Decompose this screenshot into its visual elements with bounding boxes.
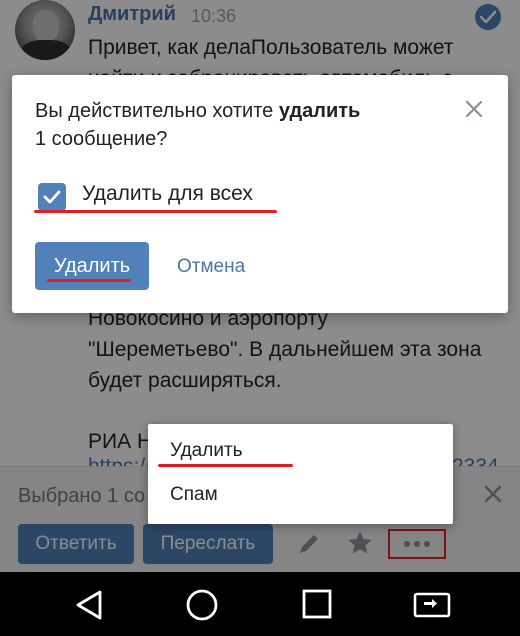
screen-rotate-icon[interactable] (412, 588, 452, 627)
dialog-message-part: 1 сообщение? (35, 128, 168, 150)
back-icon[interactable] (72, 588, 106, 627)
cancel-button[interactable]: Отмена (177, 256, 245, 278)
close-icon[interactable] (464, 99, 484, 119)
highlight-underline (158, 464, 293, 467)
menu-item-spam[interactable]: Спам (170, 484, 218, 506)
menu-item-delete[interactable]: Удалить (170, 440, 243, 462)
dialog-message-part: Вы действительно хотите (35, 100, 279, 122)
home-icon[interactable] (185, 588, 219, 627)
highlight-underline (47, 279, 131, 282)
system-navigation-bar (0, 572, 520, 636)
checkbox-label[interactable]: Удалить для всех (82, 182, 253, 206)
recents-icon[interactable] (301, 588, 333, 625)
delete-for-all-checkbox[interactable] (38, 183, 66, 211)
highlight-underline (34, 210, 277, 213)
dialog-message-bold: удалить (278, 100, 361, 122)
delete-confirm-dialog: Вы действительно хотите удалить 1 сообще… (12, 75, 508, 313)
delete-button[interactable]: Удалить (35, 242, 149, 290)
more-menu: Удалить Спам (148, 424, 453, 524)
dialog-message: Вы действительно хотите удалить 1 сообще… (35, 97, 455, 153)
